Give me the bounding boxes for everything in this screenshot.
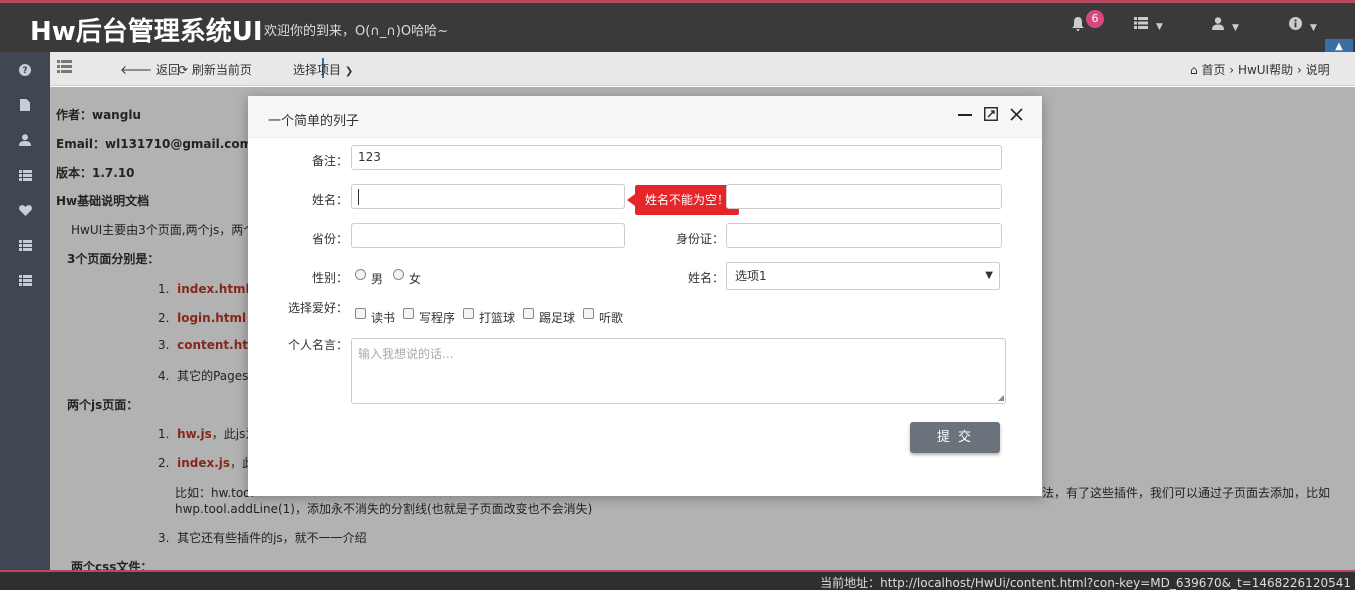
motto-label: 个人名言： [287,338,348,352]
validation-tooltip: 姓名不能为空！ [626,185,740,215]
dropdown-arrow-icon: ▼ [985,270,993,281]
id-label: 身份证： [675,232,724,246]
refresh-label: 刷新当前页 [191,63,252,77]
chevron-down-icon: ▼ [1310,23,1317,33]
heart-icon[interactable] [0,198,50,228]
file-icon[interactable] [0,93,50,123]
chevron-down-icon: ▼ [1232,23,1239,33]
resize-handle-icon[interactable]: ◢ [998,393,1004,402]
list-icon[interactable] [0,163,50,193]
chevron-right-icon: › [1229,63,1235,77]
id-card-input[interactable] [726,223,1002,248]
dialog-title: 一个简单的列子 [268,114,360,129]
dialog-titlebar: 一个简单的列子 [248,96,1042,138]
province-input[interactable] [351,223,625,248]
hobby-checkbox[interactable] [463,308,474,319]
top-header: Hw后台管理系统UI 欢迎你的到来，O(∩_∩)O哈哈~ 6 ▼ ▼ ▼ ▲ [0,0,1355,55]
back-label: 返回 [156,63,181,77]
arrow-left-icon: 🡐 [120,63,153,77]
text-caret [358,189,359,205]
chevron-right-icon: › [1296,63,1302,77]
home-icon: ⌂ [1190,63,1198,77]
bell-icon[interactable] [1072,17,1084,35]
select-label: 姓名： [687,271,724,285]
chevron-down-icon: ❯ [344,66,354,77]
name-input[interactable] [351,184,625,209]
select-project-label: 选择项目 [293,63,342,77]
remark-input[interactable]: 123 [351,145,1002,170]
hobby-checkbox[interactable] [403,308,414,319]
hobby-option: 打篮球 [479,311,516,325]
breadcrumb-home[interactable]: 首页 [1201,63,1225,77]
hobby-label: 选择爱好： [287,301,348,315]
maximize-icon[interactable] [982,107,1000,125]
refresh-button[interactable]: ⟳ 刷新当前页 [178,61,252,78]
select-value: 选项1 [735,269,767,283]
hobby-checkbox[interactable] [583,308,594,319]
hobby-option: 写程序 [419,311,456,325]
province-label: 省份： [311,232,348,246]
menu-list-icon[interactable]: ▼ [1134,17,1163,33]
gender-option-female: 女 [409,272,422,286]
info-icon[interactable]: ▼ [1289,17,1317,34]
current-address: 当前地址：http://localhost/HwUi/content.html?… [820,576,1351,590]
motto-placeholder: 输入我想说的话... [358,347,454,361]
toggle-sidebar-icon[interactable] [57,60,72,76]
help-icon[interactable]: ? [0,58,50,88]
svg-text:?: ? [22,66,27,76]
minimize-icon[interactable] [956,107,974,125]
breadcrumb-help[interactable]: HwUI帮助 [1238,63,1293,77]
motto-textarea[interactable]: 输入我想说的话... ◢ [351,338,1006,404]
brand-title: Hw后台管理系统UI [30,17,263,47]
refresh-icon: ⟳ [178,63,189,77]
gender-radio-female[interactable] [393,269,404,280]
breadcrumb: ⌂ 首页 › HwUI帮助 › 说明 [1190,61,1330,78]
sidebar: ? [0,52,50,570]
gender-radio-male[interactable] [355,269,366,280]
modal-dialog: 一个简单的列子 备注： 123 姓名： 姓名不能为空！ 省份： 身份证： 性别：… [248,96,1042,496]
list-icon[interactable] [0,233,50,263]
submit-button[interactable]: 提 交 [910,422,1000,453]
hobby-option: 踢足球 [539,311,576,325]
hobby-checkbox[interactable] [355,308,366,319]
gender-label: 性别： [311,271,348,285]
name-input-right[interactable] [726,184,1002,209]
notification-badge[interactable]: 6 [1086,10,1104,28]
gender-option-male: 男 [371,272,384,286]
status-bar: 当前地址：http://localhost/HwUi/content.html?… [0,570,1355,590]
hobby-option: 读书 [371,311,396,325]
hobby-checkbox[interactable] [523,308,534,319]
option-select[interactable]: 选项1 ▼ [726,262,1000,290]
select-project-button[interactable]: 选择项目 ❯ [293,61,353,78]
chevron-down-icon: ▼ [1156,22,1163,32]
remark-label: 备注： [311,154,348,168]
list-icon[interactable] [0,268,50,298]
user-menu-icon[interactable]: ▼ [1212,17,1239,34]
back-button[interactable]: 🡐 返回 [120,61,180,78]
close-icon[interactable] [1007,107,1025,125]
hobby-option: 听歌 [599,311,624,325]
welcome-text: 欢迎你的到来，O(∩_∩)O哈哈~ [264,24,449,39]
toolbar: 🡐 返回 ⟳ 刷新当前页 选择项目 ❯ ⌂ 首页 › HwUI帮助 › 说明 [50,52,1355,86]
breadcrumb-current[interactable]: 说明 [1306,63,1330,77]
name-label: 姓名： [311,193,348,207]
user-icon[interactable] [0,128,50,158]
